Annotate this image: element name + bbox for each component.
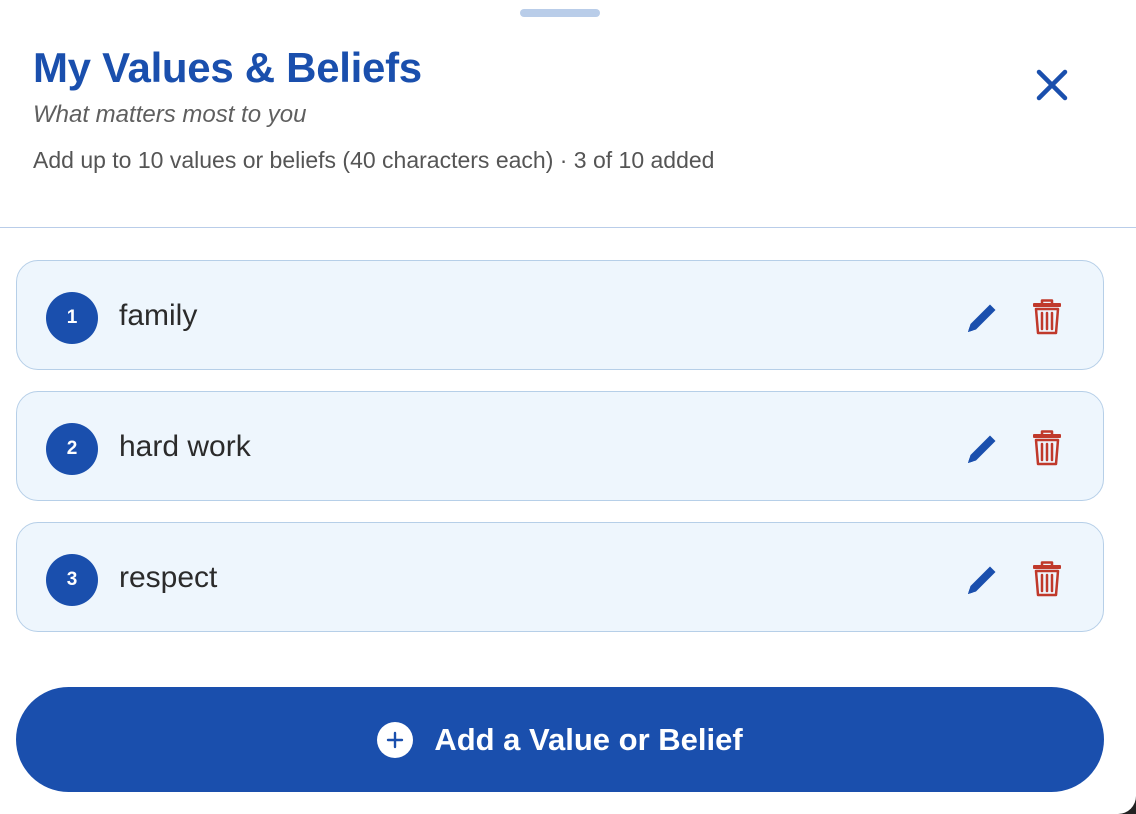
values-sheet: My Values & Beliefs What matters most to…: [0, 0, 1136, 814]
pencil-icon: [968, 566, 996, 594]
sheet-header: My Values & Beliefs What matters most to…: [0, 0, 1136, 228]
list-item: 3 respect: [16, 522, 1104, 632]
delete-button[interactable]: [1027, 428, 1067, 468]
list-item: 1 family: [16, 260, 1104, 370]
delete-button[interactable]: [1027, 297, 1067, 337]
page-subtitle: What matters most to you: [33, 101, 307, 128]
limit-info: Add up to 10 values or beliefs (40 chara…: [33, 147, 715, 173]
trash-icon: [1033, 561, 1061, 597]
value-text: respect: [119, 561, 218, 594]
trash-icon: [1033, 299, 1061, 335]
plus-circle-icon: [377, 721, 414, 758]
item-number-badge: 3: [46, 554, 98, 606]
pencil-icon: [968, 304, 996, 332]
value-text: hard work: [119, 430, 251, 463]
page-title: My Values & Beliefs: [33, 44, 422, 91]
list-item: 2 hard work: [16, 391, 1104, 501]
item-number-badge: 1: [46, 292, 98, 344]
add-button-label: Add a Value or Belief: [434, 721, 743, 757]
pencil-icon: [968, 435, 996, 463]
edit-button[interactable]: [962, 298, 1002, 338]
delete-button[interactable]: [1027, 559, 1067, 599]
edit-button[interactable]: [962, 560, 1002, 600]
trash-icon: [1033, 430, 1061, 466]
values-list: 1 family 2 hard work 3 respect: [16, 260, 1104, 653]
item-number-badge: 2: [46, 423, 98, 475]
value-text: family: [119, 299, 198, 332]
edit-button[interactable]: [962, 429, 1002, 469]
close-button[interactable]: [1027, 60, 1077, 110]
close-icon: [1036, 69, 1068, 101]
add-value-button[interactable]: Add a Value or Belief: [16, 687, 1104, 792]
